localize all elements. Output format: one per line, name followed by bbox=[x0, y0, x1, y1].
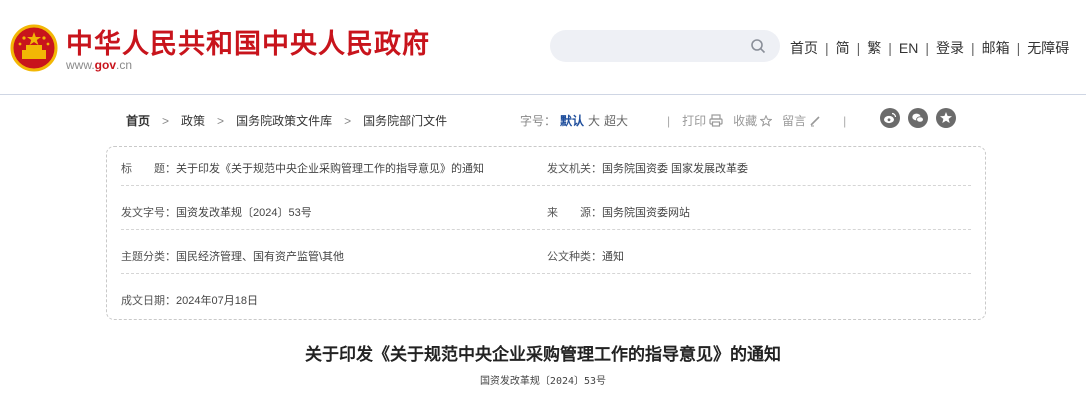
info-row: 主题分类：国民经济管理、国有资产监管\其他 公文种类：通知 bbox=[121, 235, 971, 274]
nav-separator: | bbox=[888, 40, 892, 56]
title-label: 标 题： bbox=[121, 163, 176, 175]
nav-english[interactable]: EN bbox=[899, 40, 918, 56]
nav-separator: | bbox=[971, 40, 975, 56]
search-icon[interactable] bbox=[750, 38, 766, 54]
topic-label: 主题分类： bbox=[121, 251, 176, 263]
comment-button[interactable]: 留言 bbox=[782, 114, 831, 128]
comment-label: 留言 bbox=[782, 114, 807, 128]
url-gov: gov bbox=[94, 58, 117, 72]
print-button[interactable]: 打印 bbox=[682, 114, 733, 128]
favorite-button[interactable]: 收藏 bbox=[733, 114, 782, 128]
topic-cell: 主题分类：国民经济管理、国有资产监管\其他 bbox=[121, 248, 344, 264]
breadcrumb-separator: > bbox=[217, 114, 225, 128]
info-row: 发文字号：国资发改革规〔2024〕53号 来 源：国务院国资委网站 bbox=[121, 191, 971, 230]
weibo-share-icon[interactable] bbox=[880, 108, 900, 128]
nav-traditional[interactable]: 繁 bbox=[867, 40, 881, 56]
title-value: 关于印发《关于规范中央企业采购管理工作的指导意见》的通知 bbox=[176, 163, 484, 175]
doc-type-cell: 公文种类：通知 bbox=[547, 248, 624, 264]
font-size-xlarge[interactable]: 超大 bbox=[604, 114, 628, 128]
source-value: 国务院国资委网站 bbox=[602, 207, 690, 219]
article-tools: | 打印 收藏 留言 | bbox=[655, 112, 858, 129]
breadcrumb-department-docs[interactable]: 国务院部门文件 bbox=[363, 114, 447, 128]
breadcrumb-separator: > bbox=[344, 114, 352, 128]
nav-mailbox[interactable]: 邮箱 bbox=[982, 40, 1010, 56]
nav-separator: | bbox=[1016, 40, 1021, 56]
top-nav: 首页 | 简 | 繁 | EN | 登录 | 邮箱 | 无障碍 bbox=[790, 38, 1069, 58]
info-row: 标 题：关于印发《关于规范中央企业采购管理工作的指导意见》的通知 发文机关：国务… bbox=[121, 147, 971, 186]
date-value: 2024年07月18日 bbox=[176, 295, 258, 307]
topic-value: 国民经济管理、国有资产监管\其他 bbox=[176, 251, 345, 263]
breadcrumb-separator: > bbox=[162, 114, 170, 128]
info-row: 成文日期：2024年07月18日 bbox=[121, 279, 971, 317]
tools-divider: | bbox=[843, 114, 847, 128]
nav-separator: | bbox=[825, 40, 829, 56]
nav-accessibility[interactable]: 无障碍 bbox=[1027, 40, 1069, 56]
font-size-selector: 字号： 默认大超大 bbox=[520, 112, 628, 129]
doc-type-value: 通知 bbox=[602, 251, 624, 263]
document-info-table: 标 题：关于印发《关于规范中央企业采购管理工作的指导意见》的通知 发文机关：国务… bbox=[106, 146, 986, 320]
national-emblem-icon[interactable] bbox=[10, 24, 58, 72]
issuer-cell: 发文机关：国务院国资委 国家发展改革委 bbox=[547, 160, 748, 176]
font-size-label: 字号： bbox=[520, 114, 557, 128]
issuer-value: 国务院国资委 国家发展改革委 bbox=[602, 163, 749, 175]
url-suffix: .cn bbox=[116, 58, 133, 72]
search-input[interactable] bbox=[550, 30, 780, 62]
breadcrumb-policy-library[interactable]: 国务院政策文件库 bbox=[236, 114, 332, 128]
wechat-share-icon[interactable] bbox=[908, 108, 928, 128]
doc-number-label: 发文字号： bbox=[121, 207, 176, 219]
source-label: 来 源： bbox=[547, 207, 602, 219]
favorite-label: 收藏 bbox=[733, 114, 758, 128]
breadcrumb: 首页 > 政策 > 国务院政策文件库 > 国务院部门文件 bbox=[126, 112, 447, 129]
date-cell: 成文日期：2024年07月18日 bbox=[121, 292, 258, 308]
breadcrumb-home[interactable]: 首页 bbox=[126, 114, 150, 128]
nav-separator: | bbox=[856, 40, 861, 56]
printer-icon bbox=[709, 114, 723, 127]
doc-number-cell: 发文字号：国资发改革规〔2024〕53号 bbox=[121, 204, 312, 220]
star-icon bbox=[760, 115, 773, 127]
issuer-label: 发文机关： bbox=[547, 163, 602, 175]
nav-home[interactable]: 首页 bbox=[790, 40, 818, 56]
doc-number-value: 国资发改革规〔2024〕53号 bbox=[176, 207, 312, 219]
doc-type-label: 公文种类： bbox=[547, 251, 602, 263]
pencil-icon bbox=[810, 116, 820, 127]
breadcrumb-policy[interactable]: 政策 bbox=[181, 114, 205, 128]
share-buttons bbox=[880, 108, 964, 128]
print-label: 打印 bbox=[682, 114, 707, 128]
article-toolbar: 首页 > 政策 > 国务院政策文件库 > 国务院部门文件 字号： 默认大超大 | 打印 收藏 留言 | bbox=[0, 106, 1086, 134]
source-cell: 来 源：国务院国资委网站 bbox=[547, 204, 690, 220]
font-size-large[interactable]: 大 bbox=[588, 114, 600, 128]
tools-divider: | bbox=[667, 114, 671, 128]
nav-login[interactable]: 登录 bbox=[936, 40, 964, 56]
title-cell: 标 题：关于印发《关于规范中央企业采购管理工作的指导意见》的通知 bbox=[121, 160, 484, 176]
document-number: 国资发改革规〔2024〕53号 bbox=[479, 376, 607, 387]
star-share-icon[interactable] bbox=[936, 108, 956, 128]
date-label: 成文日期： bbox=[121, 295, 176, 307]
nav-simplified[interactable]: 简 bbox=[836, 40, 850, 56]
document-title: 关于印发《关于规范中央企业采购管理工作的指导意见》的通知 bbox=[305, 345, 781, 365]
nav-separator: | bbox=[925, 40, 930, 56]
font-size-default[interactable]: 默认 bbox=[560, 114, 584, 128]
url-prefix: www. bbox=[66, 58, 95, 72]
site-header: 中华人民共和国中央人民政府 www.gov.cn 首页 | 简 | 繁 | EN | 登录 | 邮箱… bbox=[0, 0, 1086, 95]
site-title[interactable]: 中华人民共和国中央人民政府 bbox=[66, 22, 430, 61]
site-url: www.gov.cn bbox=[66, 58, 132, 72]
